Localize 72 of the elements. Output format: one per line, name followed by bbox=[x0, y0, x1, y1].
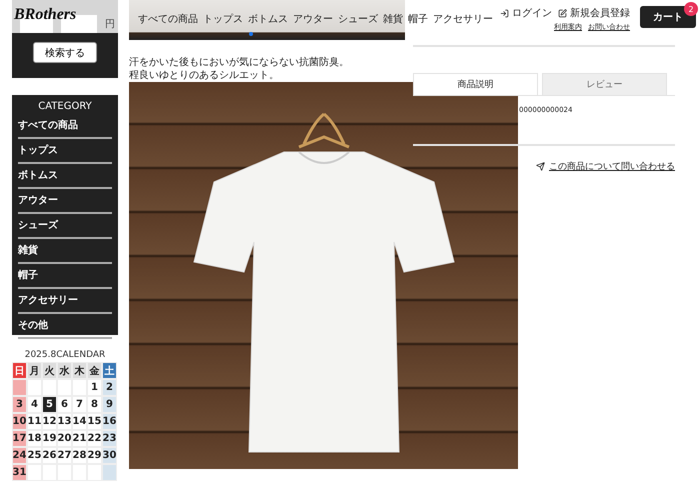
calendar-day: 4 bbox=[27, 396, 42, 413]
category-link[interactable]: ボトムス bbox=[18, 164, 112, 189]
calendar-day: 15 bbox=[87, 413, 102, 430]
category-link[interactable]: シューズ bbox=[18, 214, 112, 239]
calendar-day: 3 bbox=[12, 396, 27, 413]
weekday-cell: 日 bbox=[12, 362, 27, 379]
category-link[interactable]: 雑貨 bbox=[18, 239, 112, 264]
calendar-day: 21 bbox=[72, 430, 87, 447]
calendar-day: 10 bbox=[12, 413, 27, 430]
logo[interactable]: BRothers bbox=[14, 6, 76, 24]
nav-link[interactable]: シューズ bbox=[338, 12, 378, 26]
category-link[interactable]: すべての商品 bbox=[18, 114, 112, 139]
calendar-day: 14 bbox=[72, 413, 87, 430]
slide-dot-icon[interactable] bbox=[249, 32, 253, 36]
calendar-day: 28 bbox=[72, 447, 87, 464]
calendar-day: 11 bbox=[27, 413, 42, 430]
weekday-cell: 金 bbox=[87, 362, 102, 379]
category-title: CATEGORY bbox=[37, 101, 93, 112]
nav-link[interactable]: 雑貨 bbox=[383, 12, 403, 26]
nav-link[interactable]: トップス bbox=[203, 12, 243, 26]
calendar-day: 16 bbox=[102, 413, 117, 430]
category-link[interactable]: トップス bbox=[18, 139, 112, 164]
login-icon bbox=[500, 8, 509, 18]
product-description: 程良いゆとりのあるシルエット。 bbox=[129, 69, 280, 82]
weekday-cell: 月 bbox=[27, 362, 42, 379]
calendar-title: 2025.8CALENDAR bbox=[24, 350, 106, 360]
calendar-day: 13 bbox=[57, 413, 72, 430]
nav-link[interactable]: すべての商品 bbox=[138, 12, 198, 26]
calendar-day: 29 bbox=[87, 447, 102, 464]
calendar-day: 30 bbox=[102, 447, 117, 464]
calendar-day: 17 bbox=[12, 430, 27, 447]
calendar-day: 25 bbox=[27, 447, 42, 464]
weekday-cell: 水 bbox=[57, 362, 72, 379]
calendar-day: 26 bbox=[42, 447, 57, 464]
product-description: 汗をかいた後もにおいが気にならない抗菌防臭。 bbox=[129, 56, 350, 69]
tab[interactable]: 商品説明 bbox=[413, 73, 538, 95]
calendar-day: 2 bbox=[102, 379, 117, 396]
login-link[interactable]: ログイン bbox=[500, 6, 552, 20]
search-button[interactable]: 検索する bbox=[33, 42, 97, 63]
calendar-day: 18 bbox=[27, 430, 42, 447]
calendar-day: 27 bbox=[57, 447, 72, 464]
calendar-day: 19 bbox=[42, 430, 57, 447]
register-link[interactable]: 新規会員登録 bbox=[558, 6, 630, 20]
category-link[interactable]: 帽子 bbox=[18, 264, 112, 289]
calendar-day: 24 bbox=[12, 447, 27, 464]
calendar-day: 5 bbox=[42, 396, 57, 413]
yen-label: 円 bbox=[105, 18, 115, 30]
calendar-day: 23 bbox=[102, 430, 117, 447]
send-icon bbox=[536, 162, 545, 171]
category-link[interactable]: その他 bbox=[18, 314, 112, 339]
weekday-cell: 土 bbox=[102, 362, 117, 379]
weekday-cell: 木 bbox=[72, 362, 87, 379]
nav-link[interactable]: 帽子 bbox=[408, 12, 428, 26]
cart-count-badge: 2 bbox=[684, 2, 698, 16]
weekday-cell: 火 bbox=[42, 362, 57, 379]
nav-link[interactable]: ボトムス bbox=[248, 12, 288, 26]
calendar-day: 1 bbox=[87, 379, 102, 396]
calendar-day: 22 bbox=[87, 430, 102, 447]
calendar-day: 31 bbox=[12, 464, 27, 481]
calendar-day: 7 bbox=[72, 396, 87, 413]
calendar-day: 6 bbox=[57, 396, 72, 413]
calendar-day: 9 bbox=[102, 396, 117, 413]
tab[interactable]: レビュー bbox=[542, 73, 667, 95]
calendar-day: 20 bbox=[57, 430, 72, 447]
category-link[interactable]: アウター bbox=[18, 189, 112, 214]
calendar-day: 12 bbox=[42, 413, 57, 430]
category-link[interactable]: アクセサリー bbox=[18, 289, 112, 314]
nav-link[interactable]: アクセサリー bbox=[433, 12, 493, 26]
calendar-day: 8 bbox=[87, 396, 102, 413]
inquiry-link[interactable]: この商品について問い合わせる bbox=[536, 160, 675, 173]
nav-link[interactable]: アウター bbox=[293, 12, 333, 26]
edit-icon bbox=[558, 8, 567, 18]
